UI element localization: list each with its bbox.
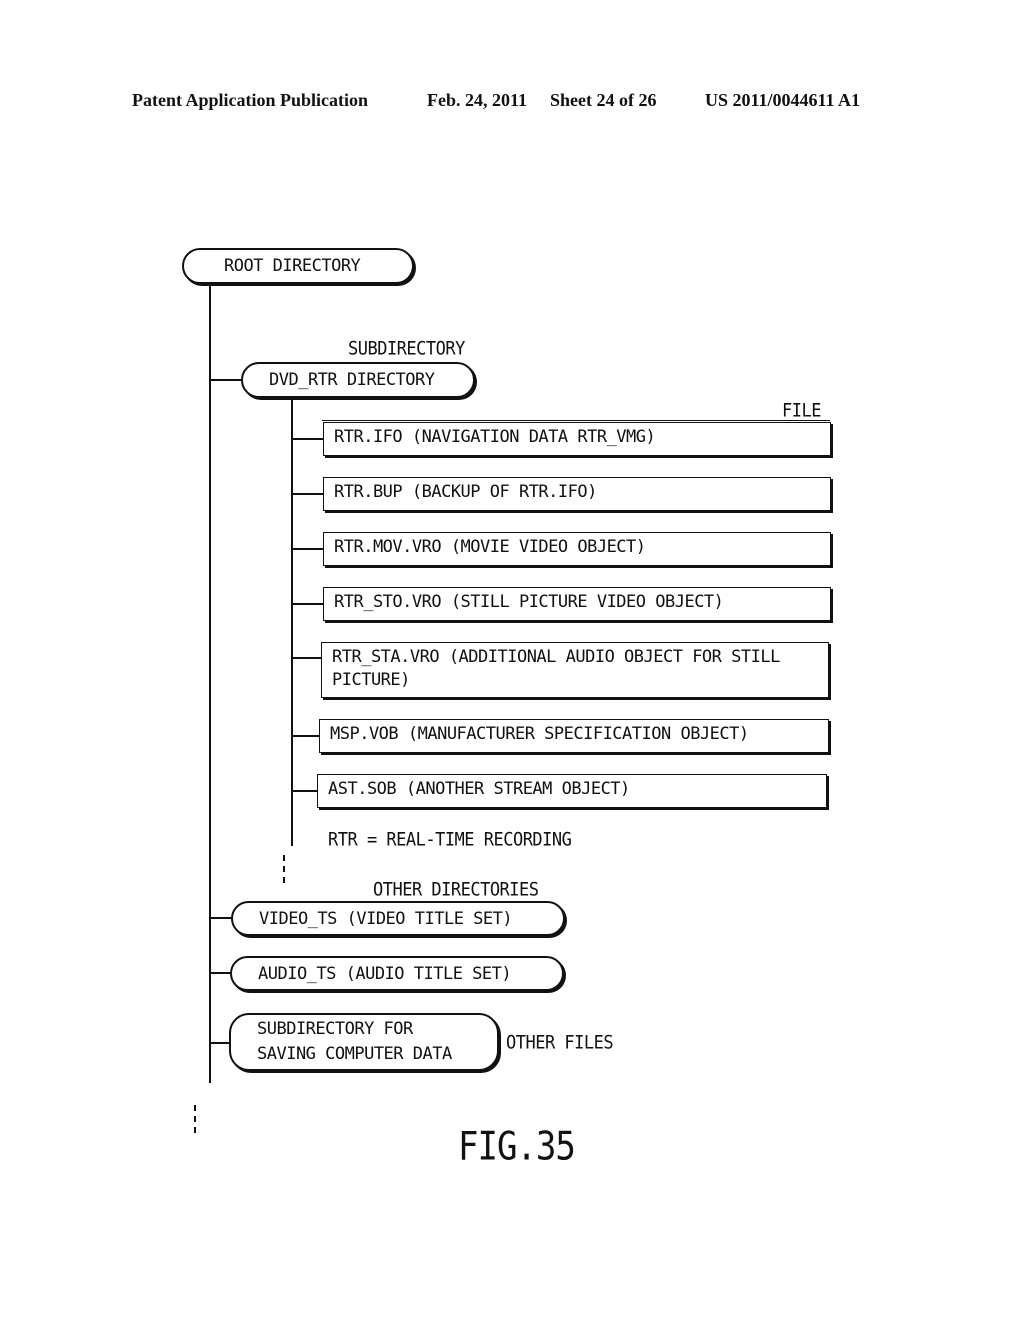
connector-dvd-rtr [210, 379, 242, 381]
file-label: RTR_STA.VRO (ADDITIONAL AUDIO OBJECT FOR… [332, 647, 780, 690]
subdirectory-caption: SUBDIRECTORY [348, 338, 465, 360]
file-label: MSP.VOB (MANUFACTURER SPECIFICATION OBJE… [330, 724, 749, 744]
file-node-rtr-ifo: RTR.IFO (NAVIGATION DATA RTR_VMG) [323, 422, 831, 456]
root-trunk-line [209, 283, 211, 1083]
root-trunk-continuation [194, 1105, 198, 1133]
dvd-rtr-directory-label: DVD_RTR DIRECTORY [269, 370, 435, 390]
connector-file-6 [292, 735, 320, 737]
dvd-rtr-trunk-line [291, 396, 293, 846]
dvd-rtr-directory-node: DVD_RTR DIRECTORY [241, 362, 475, 398]
file-label: RTR_STO.VRO (STILL PICTURE VIDEO OBJECT) [334, 592, 724, 612]
file-caption: FILE [782, 400, 821, 422]
connector-file-2 [292, 493, 324, 495]
file-node-rtr-sta-vro: RTR_STA.VRO (ADDITIONAL AUDIO OBJECT FOR… [321, 642, 829, 698]
root-directory-label: ROOT DIRECTORY [224, 256, 361, 276]
publication-date: Feb. 24, 2011 [427, 90, 528, 110]
publication-type: Patent Application Publication [132, 90, 369, 110]
root-directory-node: ROOT DIRECTORY [182, 248, 414, 284]
computer-data-directory-node: SUBDIRECTORY FOR SAVING COMPUTER DATA [229, 1013, 499, 1071]
patent-number: US 2011/0044611 A1 [705, 90, 861, 110]
audio-ts-directory-node: AUDIO_TS (AUDIO TITLE SET) [230, 956, 564, 991]
file-label: RTR.MOV.VRO (MOVIE VIDEO OBJECT) [334, 537, 646, 557]
directory-label: SUBDIRECTORY FOR SAVING COMPUTER DATA [257, 1019, 452, 1064]
connector-file-5 [292, 657, 322, 659]
connector-video-ts [210, 917, 232, 919]
file-label: RTR.IFO (NAVIGATION DATA RTR_VMG) [334, 427, 656, 447]
file-node-rtr-sto-vro: RTR_STO.VRO (STILL PICTURE VIDEO OBJECT) [323, 587, 831, 621]
file-node-msp-vob: MSP.VOB (MANUFACTURER SPECIFICATION OBJE… [319, 719, 829, 753]
video-ts-directory-node: VIDEO_TS (VIDEO TITLE SET) [231, 901, 565, 936]
dvd-rtr-trunk-continuation [283, 855, 287, 883]
file-label: AST.SOB (ANOTHER STREAM OBJECT) [328, 779, 630, 799]
connector-file-1 [292, 438, 324, 440]
connector-file-7 [292, 790, 318, 792]
file-node-rtr-mov-vro: RTR.MOV.VRO (MOVIE VIDEO OBJECT) [323, 532, 831, 566]
file-caption-rule [322, 420, 830, 421]
directory-label: AUDIO_TS (AUDIO TITLE SET) [258, 963, 512, 984]
other-files-caption: OTHER FILES [506, 1032, 614, 1054]
directory-label: VIDEO_TS (VIDEO TITLE SET) [259, 908, 513, 929]
connector-file-4 [292, 603, 324, 605]
connector-file-3 [292, 548, 324, 550]
figure-label: FIG.35 [458, 1124, 576, 1170]
connector-audio-ts [210, 972, 231, 974]
rtr-abbreviation-note: RTR = REAL-TIME RECORDING [328, 829, 572, 851]
file-node-rtr-bup: RTR.BUP (BACKUP OF RTR.IFO) [323, 477, 831, 511]
file-label: RTR.BUP (BACKUP OF RTR.IFO) [334, 482, 597, 502]
connector-computer-data [210, 1042, 230, 1044]
other-directories-caption: OTHER DIRECTORIES [373, 879, 539, 901]
sheet-number: Sheet 24 of 26 [550, 90, 657, 110]
file-node-ast-sob: AST.SOB (ANOTHER STREAM OBJECT) [317, 774, 827, 808]
